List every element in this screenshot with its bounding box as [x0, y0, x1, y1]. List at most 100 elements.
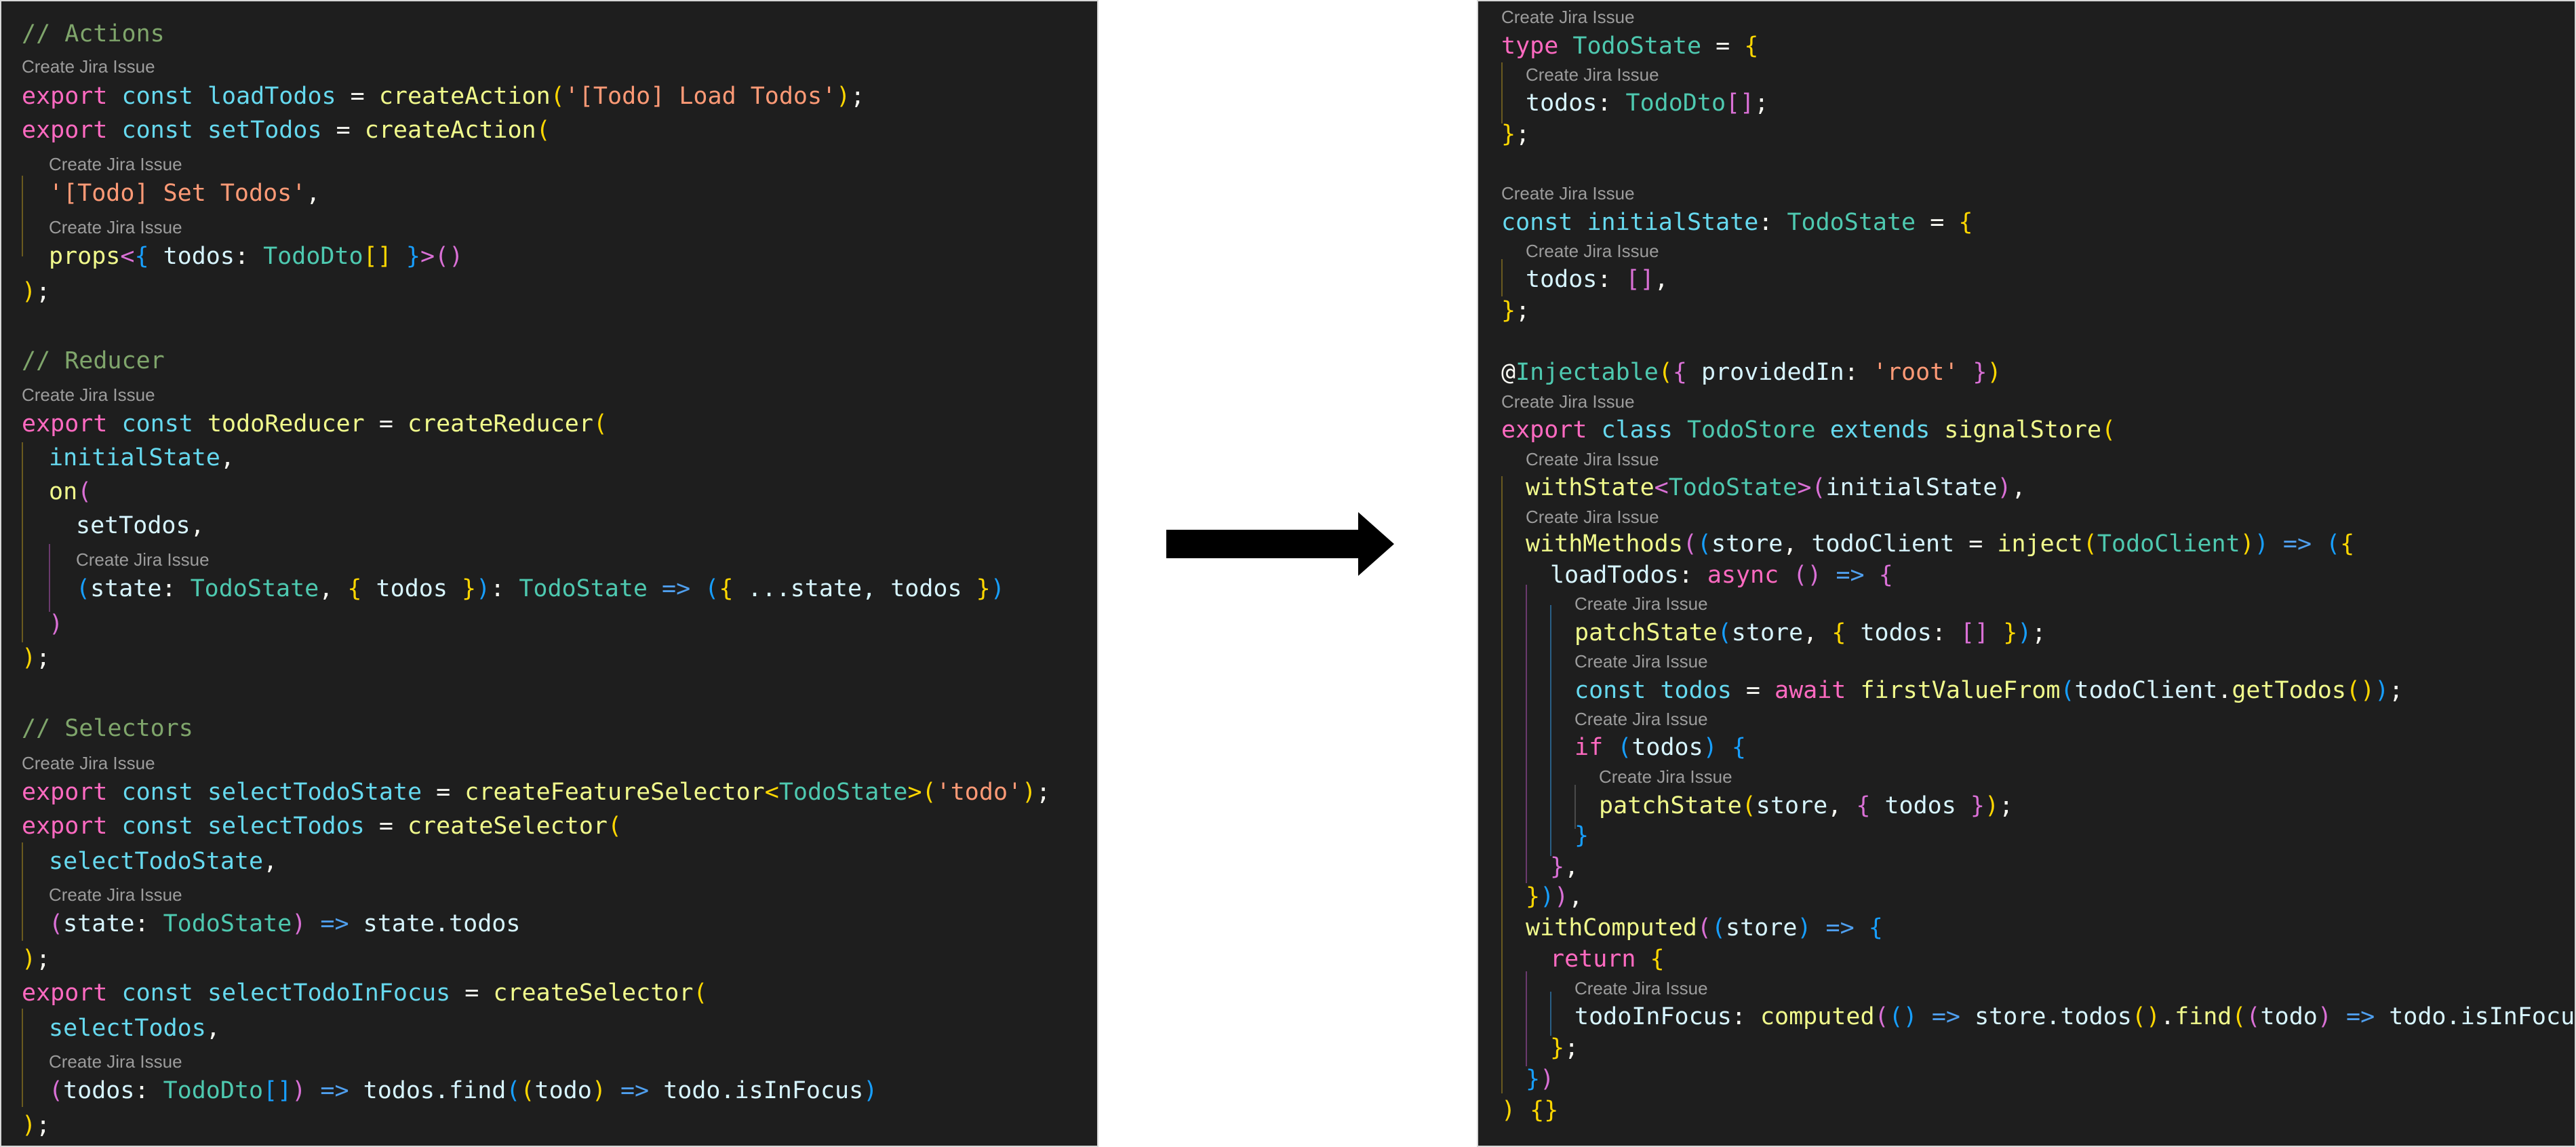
code-token: , [2011, 474, 2026, 501]
create-jira-issue-link[interactable]: Create Jira Issue [1574, 594, 1708, 614]
create-jira-issue-link[interactable]: Create Jira Issue [49, 217, 182, 237]
code-token: = [1701, 33, 1745, 60]
code-line: type TodoState = { [1501, 31, 1758, 62]
code-token: () [2345, 677, 2375, 704]
code-token: ) [1984, 792, 2000, 819]
create-jira-issue-link[interactable]: Create Jira Issue [1526, 507, 1659, 527]
code-token: = [1731, 677, 1775, 704]
create-jira-issue-link[interactable]: Create Jira Issue [1526, 64, 1659, 85]
code-line: export const loadTodos = createAction('[… [22, 81, 865, 112]
code-token: = [450, 979, 494, 1007]
code-token: } [1501, 297, 1516, 324]
code-token: TodoDto [1625, 90, 1726, 117]
create-jira-issue-link[interactable]: Create Jira Issue [22, 753, 155, 773]
code-token: TodoState [1572, 33, 1702, 60]
create-jira-issue-link[interactable]: Create Jira Issue [1501, 391, 1635, 412]
code-token: ( [1711, 914, 1726, 941]
code-token: setTodos [207, 117, 322, 144]
code-token: ( [2246, 1003, 2261, 1030]
code-token: ) [990, 575, 1005, 602]
create-jira-issue-link[interactable]: Create Jira Issue [49, 154, 182, 174]
code-token: withComputed [1526, 914, 1697, 941]
code-token: TodoState [778, 779, 908, 806]
code-token: store [1711, 530, 1783, 558]
create-jira-issue-link[interactable]: Create Jira Issue [1501, 183, 1635, 203]
code-token: todos [63, 1077, 135, 1104]
code-token: '[Todo] Load Todos' [564, 83, 837, 110]
code-token: ( [76, 575, 91, 602]
code-line: loadTodos: async () => { [1550, 560, 1893, 591]
right-arrow-icon [1166, 512, 1394, 576]
code-token: TodoState [163, 910, 292, 937]
code-token: => [1821, 562, 1879, 589]
code-token: ( [593, 410, 608, 438]
code-token: => [1811, 914, 1869, 941]
code-token: todos.find [363, 1077, 507, 1104]
code-line: // Selectors [22, 713, 193, 744]
code-token: : [134, 910, 163, 937]
code-line: export const selectTodos = createSelecto… [22, 811, 622, 842]
code-token: initialState [49, 444, 220, 471]
indent-guide [1501, 259, 1503, 296]
create-jira-issue-link[interactable]: Create Jira Issue [1501, 7, 1635, 27]
code-token: ( [2060, 677, 2075, 704]
code-token: ( [2232, 1003, 2246, 1030]
code-token: ( [77, 478, 92, 505]
code-token: todoClient [2074, 677, 2218, 704]
code-token: ) [22, 644, 37, 672]
create-jira-issue-link[interactable]: Create Jira Issue [49, 1051, 182, 1072]
code-token: => [606, 1077, 664, 1104]
code-line: // Reducer [22, 345, 165, 376]
code-token: => [306, 910, 363, 937]
create-jira-issue-link[interactable]: Create Jira Issue [76, 549, 210, 570]
code-line: const todos = await firstValueFrom(todoC… [1574, 675, 2403, 706]
code-token: todo.isInFocus [663, 1077, 864, 1104]
create-jira-issue-link[interactable]: Create Jira Issue [22, 385, 155, 405]
create-jira-issue-link[interactable]: Create Jira Issue [1526, 241, 1659, 261]
code-token: ; [1515, 297, 1530, 324]
create-jira-issue-link[interactable]: Create Jira Issue [1526, 449, 1659, 469]
create-jira-issue-link[interactable]: Create Jira Issue [1599, 766, 1732, 787]
create-jira-issue-link[interactable]: Create Jira Issue [22, 56, 155, 77]
code-token: return [1550, 946, 1636, 973]
code-token: loadTodos [207, 83, 336, 110]
code-line: return { [1550, 944, 1665, 975]
code-token: ( [1717, 619, 1732, 646]
code-token: ) [22, 946, 37, 973]
code-token: ) [1540, 883, 1555, 910]
code-token: props [49, 243, 121, 270]
code-token: withMethods [1526, 530, 1683, 558]
code-line: export class TodoStore extends signalSto… [1501, 414, 2116, 446]
indent-guide [1550, 992, 1551, 1036]
indent-guide [22, 442, 23, 642]
create-jira-issue-link[interactable]: Create Jira Issue [49, 884, 182, 905]
create-jira-issue-link[interactable]: Create Jira Issue [1574, 651, 1708, 672]
create-jira-issue-link[interactable]: Create Jira Issue [1574, 978, 1708, 998]
code-token: ) [292, 910, 306, 937]
code-token: todos [361, 575, 462, 602]
indent-guide [22, 1009, 23, 1107]
code-token: TodoDto [263, 243, 363, 270]
code-token: = [364, 813, 408, 840]
code-token: > [907, 779, 922, 806]
code-token: export [22, 83, 108, 110]
code-token: ; [850, 83, 865, 110]
code-token: = [1916, 209, 1959, 236]
code-token: ( [1874, 1003, 1889, 1030]
code-token: const [121, 779, 193, 806]
code-token: todo.isInFocus [2389, 1003, 2576, 1030]
code-token: loadTodos [1550, 562, 1679, 589]
code-token: {} [1530, 1097, 1559, 1124]
code-token: class [1601, 416, 1673, 444]
code-token: { [719, 575, 734, 602]
code-line: } [1574, 820, 1589, 851]
code-token: () [1888, 1003, 1918, 1030]
code-token: withState [1526, 474, 1654, 501]
create-jira-issue-link[interactable]: Create Jira Issue [1574, 709, 1708, 729]
code-token: ) [1540, 1066, 1555, 1093]
code-token: : [490, 575, 519, 602]
